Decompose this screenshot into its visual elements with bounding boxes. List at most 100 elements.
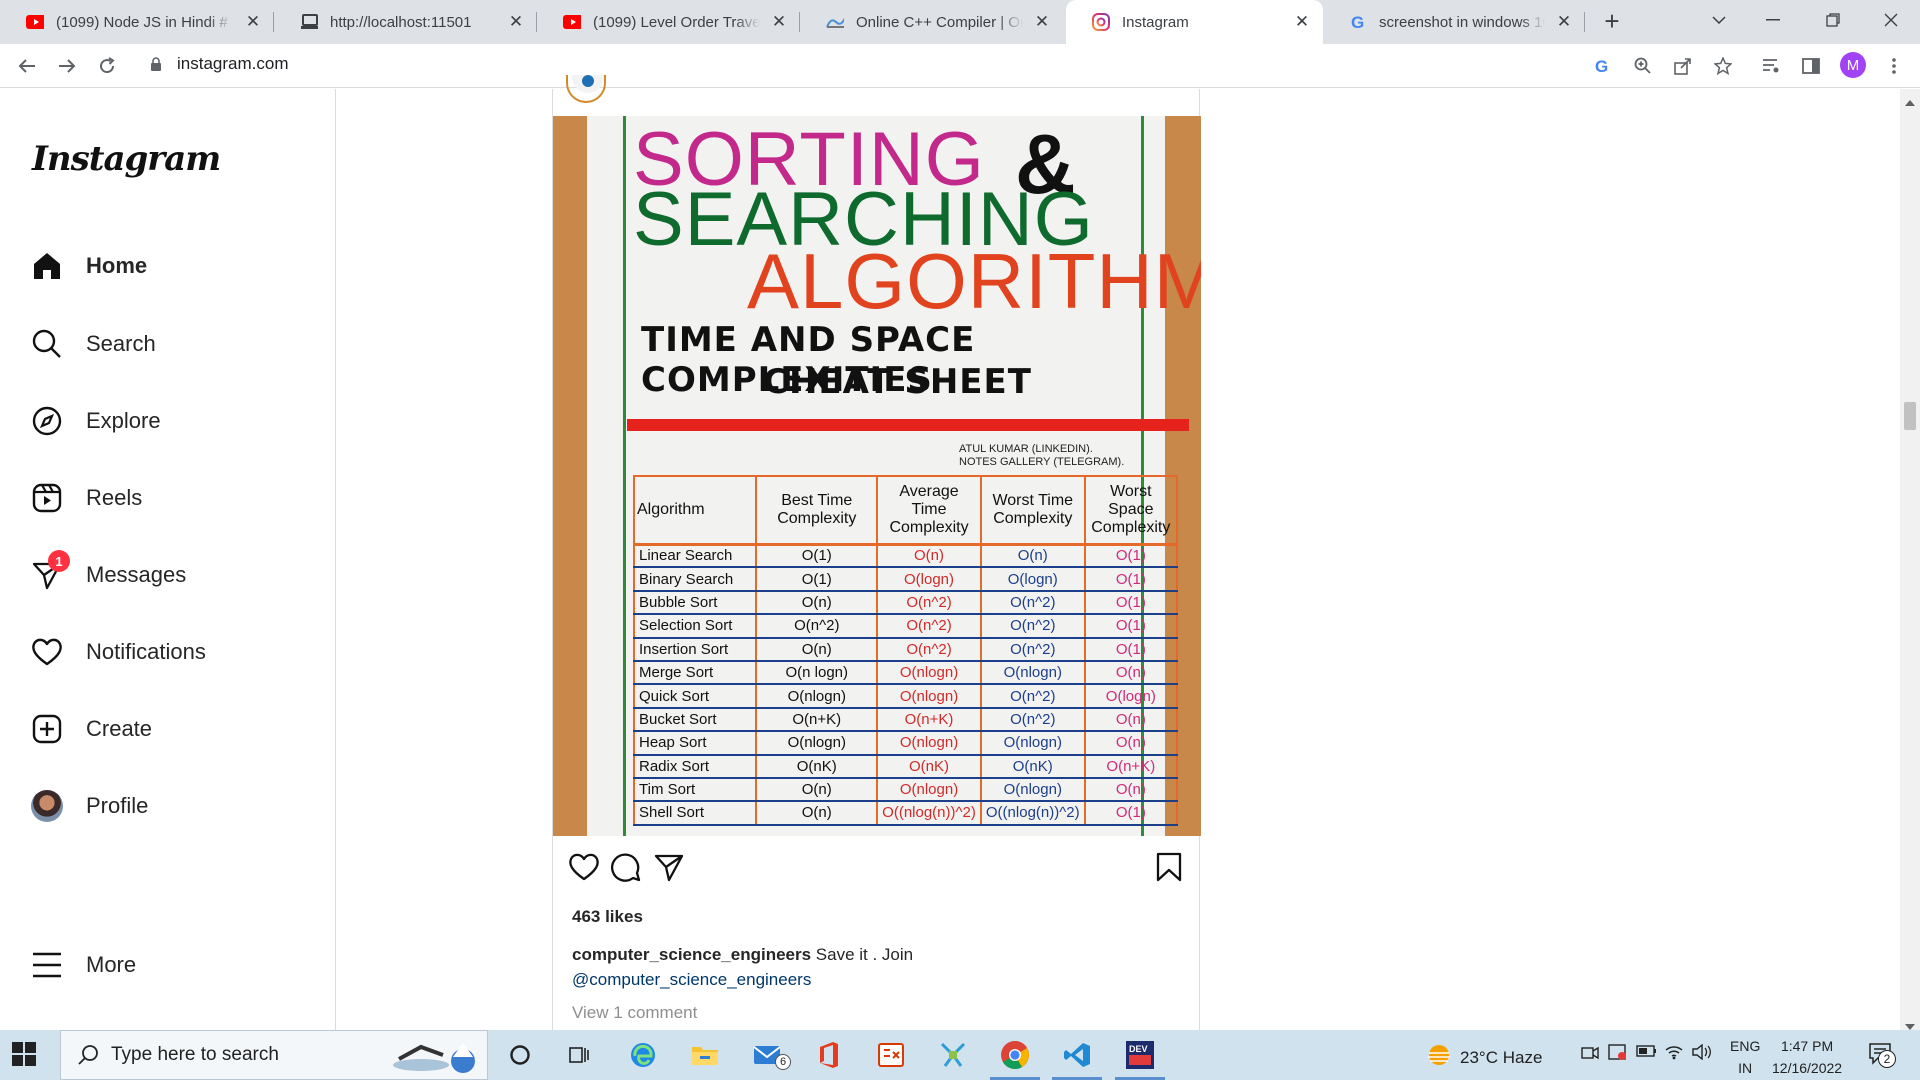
meet-now-icon[interactable] bbox=[1581, 1044, 1599, 1065]
office-icon[interactable] bbox=[812, 1038, 846, 1072]
sidebar-item-profile[interactable]: Profile bbox=[30, 782, 148, 830]
google-lens-icon[interactable]: G bbox=[1590, 54, 1614, 78]
close-tab-icon[interactable]: ✕ bbox=[1033, 12, 1051, 32]
table-row: Linear Search O(1) O(n) O(n) O(1) bbox=[632, 544, 1179, 569]
instagram-icon bbox=[1092, 13, 1110, 31]
hamburger-menu-icon bbox=[30, 948, 64, 982]
weather-widget[interactable]: 23°C Haze bbox=[1426, 1044, 1542, 1071]
table-cell: O(nlogn) bbox=[755, 684, 879, 709]
new-tab-button[interactable]: + bbox=[1596, 6, 1628, 38]
bookmark-star-icon[interactable] bbox=[1711, 54, 1735, 78]
close-tab-icon[interactable]: ✕ bbox=[770, 12, 788, 32]
region-code: IN bbox=[1738, 1060, 1753, 1076]
side-panel-icon[interactable] bbox=[1799, 54, 1823, 78]
url-field[interactable]: instagram.com bbox=[177, 54, 288, 74]
sidebar-item-notifications[interactable]: Notifications bbox=[30, 628, 206, 676]
taskbar-clock[interactable]: 1:47 PM 12/16/2022 bbox=[1772, 1035, 1842, 1079]
language-indicator[interactable]: ENG IN bbox=[1730, 1035, 1760, 1079]
task-view-icon[interactable] bbox=[562, 1038, 596, 1072]
table-cell: O(logn) bbox=[876, 567, 982, 592]
youtube-icon bbox=[563, 13, 581, 31]
mail-badge: 6 bbox=[775, 1054, 791, 1070]
sidebar-item-home[interactable]: Home bbox=[30, 242, 147, 290]
tab-instagram[interactable]: Instagram ✕ bbox=[1066, 0, 1323, 44]
tab-cpp-compiler[interactable]: Online C++ Compiler | Online ✕ bbox=[800, 0, 1063, 44]
save-post-button[interactable] bbox=[1151, 849, 1187, 885]
table-cell: O(n) bbox=[1083, 660, 1179, 686]
instagram-logo[interactable]: Instagram bbox=[32, 139, 221, 179]
sidebar-item-create[interactable]: Create bbox=[30, 705, 152, 753]
scroll-up-arrow-icon[interactable] bbox=[1905, 93, 1915, 111]
sidebar-item-label: Profile bbox=[86, 793, 149, 818]
tab-node-js[interactable]: (1099) Node JS in Hindi # 2 ✕ bbox=[0, 0, 274, 44]
forward-button[interactable] bbox=[53, 52, 81, 80]
table-row: Shell Sort O(n) O((nlog(n))^2) O((nlog(n))^… bbox=[632, 801, 1179, 826]
chrome-icon[interactable] bbox=[990, 1038, 1040, 1080]
notification-center-icon[interactable]: 2 bbox=[1868, 1042, 1896, 1069]
reload-button[interactable] bbox=[93, 52, 121, 80]
minimize-button[interactable] bbox=[1750, 0, 1796, 40]
edge-browser-icon[interactable] bbox=[626, 1038, 660, 1072]
likes-count[interactable]: 463 likes bbox=[572, 907, 643, 927]
caption-username[interactable]: computer_science_engineers bbox=[572, 945, 811, 964]
close-tab-icon[interactable]: ✕ bbox=[244, 12, 262, 32]
table-header-row: Algorithm Best Time Complexity Average T… bbox=[632, 475, 1179, 546]
close-tab-icon[interactable]: ✕ bbox=[1293, 12, 1311, 32]
table-cell: O(nlogn) bbox=[979, 777, 1086, 803]
sidebar-item-reels[interactable]: Reels bbox=[30, 474, 142, 522]
sidebar-item-label: Create bbox=[86, 716, 153, 741]
reading-list-icon[interactable] bbox=[1759, 54, 1783, 78]
caption-mention-link[interactable]: @computer_science_engineers bbox=[572, 970, 811, 989]
close-tab-icon[interactable]: ✕ bbox=[507, 12, 525, 32]
zoom-icon[interactable] bbox=[1631, 54, 1655, 78]
close-window-button[interactable] bbox=[1868, 0, 1914, 40]
sidebar-item-explore[interactable]: Explore bbox=[30, 397, 161, 445]
table-cell: O(nK) bbox=[876, 754, 982, 779]
post-image[interactable]: SORTING & SEARCHING ALGORITHMS TIME AND … bbox=[553, 116, 1201, 836]
sidebar-item-messages[interactable]: 1 Messages bbox=[30, 550, 186, 599]
security-icon[interactable] bbox=[1608, 1044, 1628, 1065]
battery-icon[interactable] bbox=[1636, 1044, 1658, 1061]
volume-icon[interactable] bbox=[1692, 1043, 1712, 1063]
taskbar-search-box[interactable]: Type here to search bbox=[60, 1030, 488, 1080]
wifi-icon[interactable] bbox=[1664, 1044, 1684, 1063]
restore-button[interactable] bbox=[1810, 0, 1856, 40]
sidebar-item-more[interactable]: More bbox=[30, 941, 136, 989]
chrome-profile-avatar[interactable]: M bbox=[1840, 52, 1866, 78]
tab-title: (1099) Level Order Traversal bbox=[593, 13, 760, 31]
tab-google-search[interactable]: G screenshot in windows 10 - ✕ bbox=[1323, 0, 1585, 44]
tab-level-order[interactable]: (1099) Level Order Traversal ✕ bbox=[537, 0, 800, 44]
like-button[interactable] bbox=[566, 849, 602, 885]
tab-search-chevron-icon[interactable] bbox=[1696, 0, 1742, 40]
table-row: Tim Sort O(n) O(nlogn) O(nlogn) O(n) bbox=[632, 777, 1179, 803]
share-post-button[interactable] bbox=[651, 849, 687, 885]
post-author-avatar[interactable] bbox=[566, 75, 606, 103]
file-explorer-icon[interactable] bbox=[688, 1038, 722, 1072]
share-icon[interactable] bbox=[1671, 54, 1695, 78]
table-cell: O(1) bbox=[1083, 590, 1179, 616]
windows-start-icon[interactable] bbox=[12, 1042, 36, 1071]
instagram-sidebar: Instagram Home Search Explore Reels 1 Me… bbox=[0, 89, 336, 1030]
table-row: Quick Sort O(nlogn) O(nlogn) O(n^2) O(logn) bbox=[632, 684, 1179, 709]
cortana-icon[interactable] bbox=[503, 1038, 537, 1072]
post-actions bbox=[553, 849, 1201, 889]
tab-localhost[interactable]: http://localhost:11501 ✕ bbox=[274, 0, 537, 44]
scrollbar-thumb[interactable] bbox=[1904, 402, 1916, 430]
page-scrollbar[interactable] bbox=[1900, 89, 1920, 1030]
search-icon bbox=[77, 1044, 99, 1071]
table-cell: O(n+K) bbox=[1083, 754, 1179, 779]
close-tab-icon[interactable]: ✕ bbox=[1555, 12, 1573, 32]
comment-button[interactable] bbox=[608, 849, 644, 885]
view-comments-link[interactable]: View 1 comment bbox=[572, 1003, 697, 1023]
table-cell: O(n^2) bbox=[876, 614, 982, 639]
vscode-icon[interactable] bbox=[1052, 1038, 1102, 1080]
snip-tool-icon[interactable] bbox=[936, 1038, 970, 1072]
chrome-menu-icon[interactable] bbox=[1882, 54, 1906, 78]
sidebar-item-search[interactable]: Search bbox=[30, 320, 156, 368]
mail-icon[interactable]: 6 bbox=[751, 1038, 791, 1072]
calculator-app-icon[interactable] bbox=[874, 1038, 908, 1072]
lock-icon[interactable] bbox=[150, 57, 162, 77]
devcpp-icon[interactable]: DEV bbox=[1115, 1038, 1165, 1080]
back-button[interactable] bbox=[13, 52, 41, 80]
sidebar-item-label: Notifications bbox=[86, 639, 206, 664]
